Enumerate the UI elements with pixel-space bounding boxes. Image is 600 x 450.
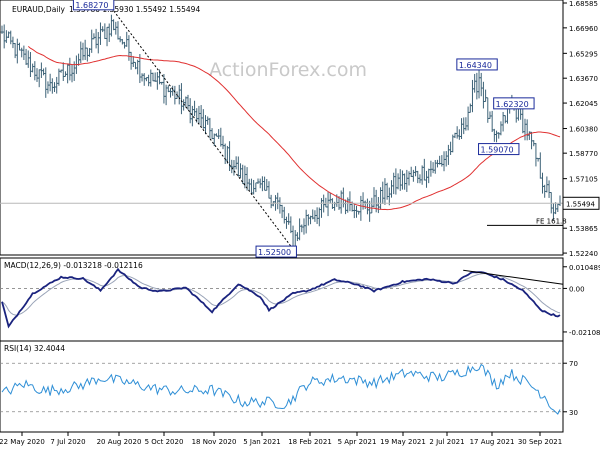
annotation-peak-label: 1.64340: [459, 61, 492, 70]
main-panel-frame: [0, 0, 564, 256]
x-tick-label: 17 Aug 2021: [470, 438, 515, 446]
x-tick-label: 5 Jan 2021: [243, 438, 281, 446]
x-tick-label: 2 Jul 2021: [429, 438, 464, 446]
current-price-label: 1.55494: [566, 200, 595, 208]
main-chart-panel: ActionForex.com EURAUD,Daily 1.55780 1.5…: [0, 0, 600, 258]
price-tick-label: 1.65295: [569, 50, 598, 58]
annotation-low-label: 1.52500: [258, 248, 291, 257]
price-tick-label: 1.68585: [569, 0, 598, 8]
x-tick-label: 22 May 2020: [0, 438, 45, 446]
watermark: ActionForex.com: [209, 59, 367, 81]
price-tick-label: 1.60380: [569, 126, 598, 134]
fe-projection-label: FE 161.8: [536, 217, 567, 225]
annotation-high-label: 1.68270: [75, 1, 108, 10]
x-tick-label: 5 Oct 2020: [145, 438, 184, 446]
price-tick-label: 1.62045: [569, 100, 598, 108]
price-tick-label: 1.52240: [569, 250, 598, 258]
price-tick-label: 1.66960: [569, 25, 598, 33]
macd-panel-frame: [0, 257, 564, 342]
price-tick-label: 1.57105: [569, 176, 598, 184]
x-tick-label: 20 Aug 2020: [97, 438, 142, 446]
x-tick-label: 18 Feb 2021: [288, 438, 332, 446]
x-tick-label: 19 May 2021: [380, 438, 426, 446]
chart-root: ActionForex.com EURAUD,Daily 1.55780 1.5…: [0, 0, 600, 446]
x-tick-label: 30 Sep 2021: [518, 438, 562, 446]
price-tick-label: 1.53865: [569, 225, 598, 233]
x-tick-label: 5 Apr 2021: [338, 438, 377, 446]
macd-title: MACD(12,26,9) -0.013218 -0.012116: [4, 261, 143, 270]
rsi-title: RSI(14) 32.4044: [4, 344, 65, 353]
main-chart-title: EURAUD,Daily: [12, 5, 65, 14]
price-tick-label: 1.63670: [569, 75, 598, 83]
x-tick-label: 18 Nov 2020: [192, 438, 237, 446]
rsi-tick-label: 70: [569, 360, 578, 368]
annotation-secondary-high-label: 1.62320: [496, 100, 529, 109]
macd-tick-label: 0.010489: [569, 264, 600, 272]
price-tick-label: 1.58770: [569, 150, 598, 158]
macd-tick-label: -0.021083: [569, 329, 600, 337]
x-tick-label: 7 Jul 2020: [50, 438, 85, 446]
rsi-panel: RSI(14) 32.4044 70 30: [0, 340, 578, 433]
macd-tick-label: 0.00: [569, 285, 585, 293]
rsi-tick-label: 30: [569, 409, 578, 417]
x-axis: 22 May 2020 7 Jul 2020 20 Aug 2020 5 Oct 20…: [0, 432, 562, 446]
macd-panel: MACD(12,26,9) -0.013218 -0.012116 0.0104…: [0, 257, 600, 342]
annotation-pullback-low-label: 1.59070: [481, 146, 514, 155]
